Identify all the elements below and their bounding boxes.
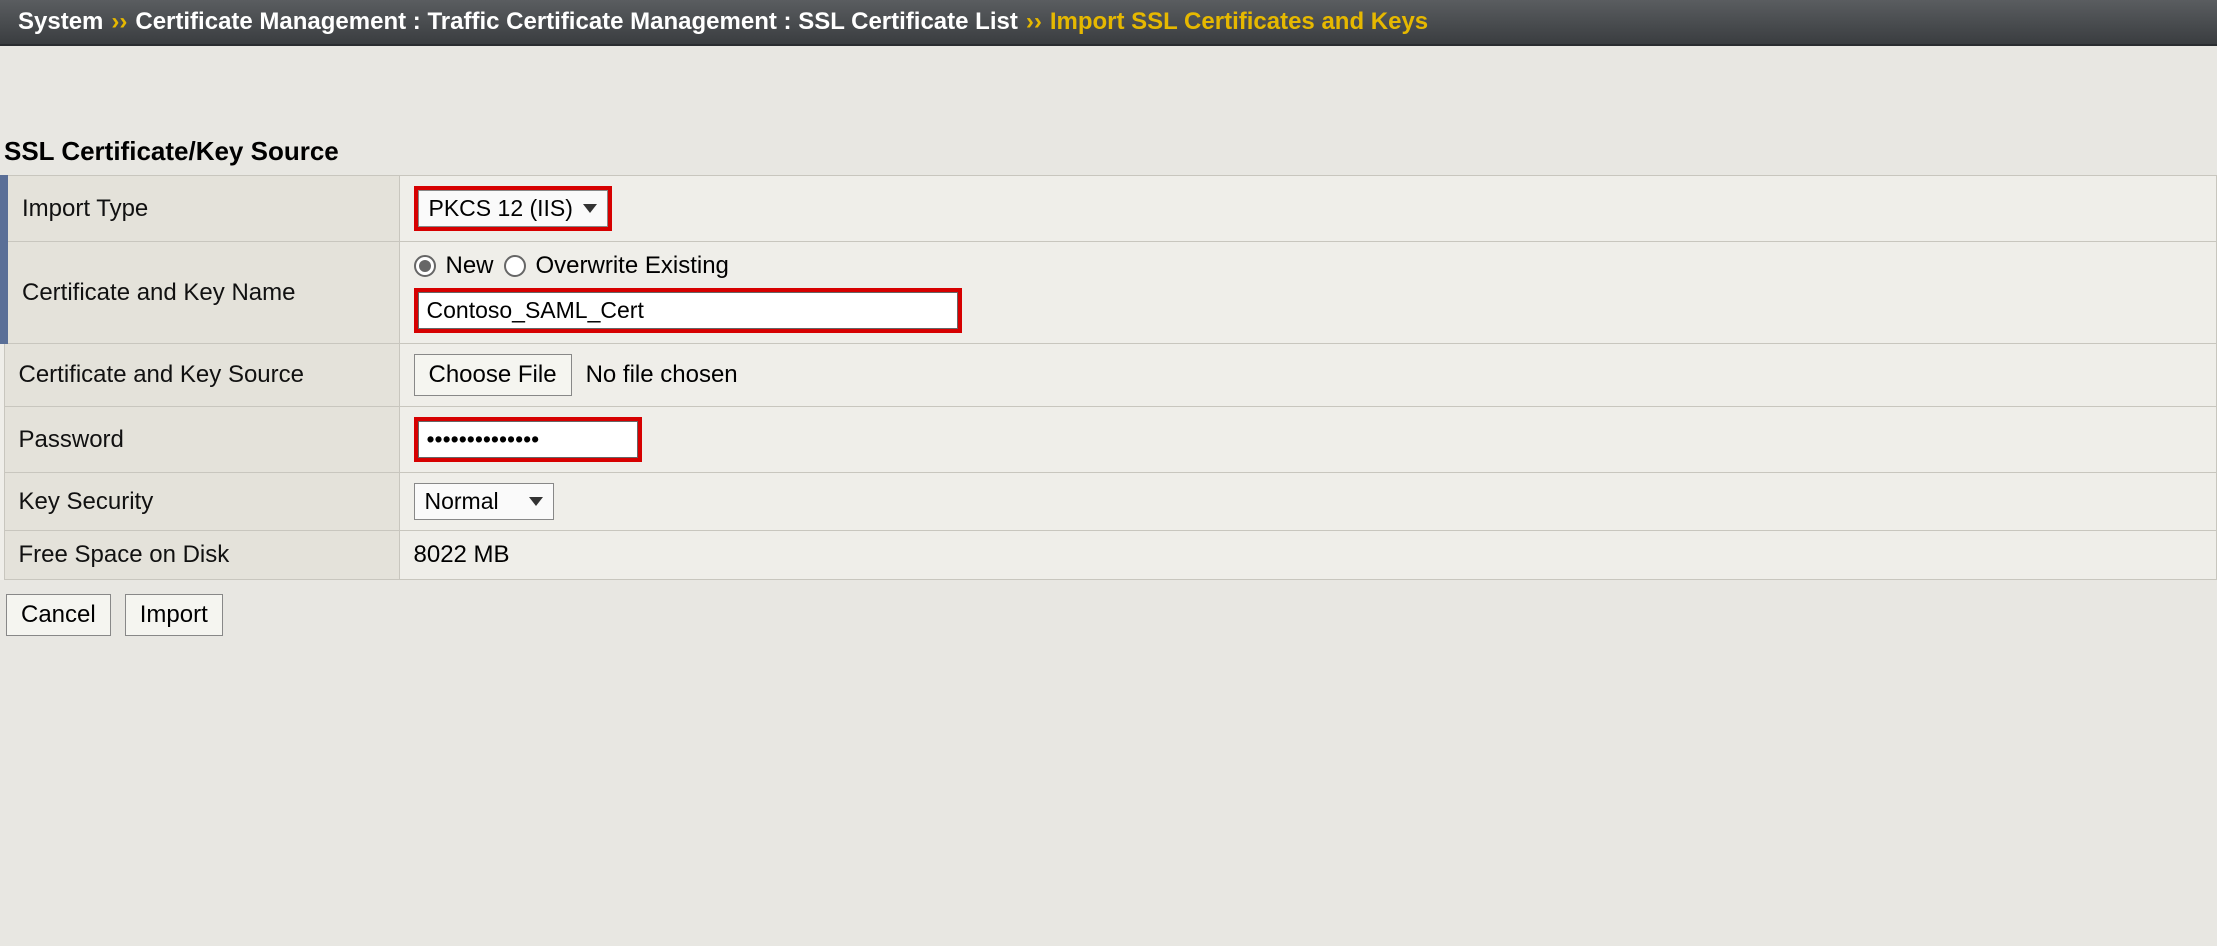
breadcrumb-separator: ›› <box>111 8 127 36</box>
cancel-button[interactable]: Cancel <box>6 594 111 636</box>
breadcrumb-current: Import SSL Certificates and Keys <box>1050 8 1428 36</box>
label-password: Password <box>4 407 399 473</box>
row-import-type: Import Type PKCS 12 (IIS) <box>4 176 2217 242</box>
highlight-password <box>414 417 642 462</box>
label-free-space: Free Space on Disk <box>4 531 399 580</box>
cert-key-name-input[interactable] <box>418 292 958 329</box>
highlight-import-type: PKCS 12 (IIS) <box>414 186 612 231</box>
key-security-value: Normal <box>425 488 499 515</box>
label-cert-key-name: Certificate and Key Name <box>4 242 399 344</box>
row-key-security: Key Security Normal <box>4 473 2217 531</box>
radio-new[interactable] <box>414 255 436 277</box>
breadcrumb: System ›› Certificate Management : Traff… <box>0 0 2217 46</box>
choose-file-button[interactable]: Choose File <box>414 354 572 396</box>
row-password: Password <box>4 407 2217 473</box>
key-security-select[interactable]: Normal <box>414 483 554 520</box>
free-space-value: 8022 MB <box>399 531 2217 580</box>
chevron-down-icon <box>529 497 543 506</box>
label-cert-key-source: Certificate and Key Source <box>4 344 399 407</box>
radio-new-label: New <box>446 252 494 280</box>
footer-buttons: Cancel Import <box>0 580 2217 650</box>
import-type-select[interactable]: PKCS 12 (IIS) <box>418 190 608 227</box>
highlight-cert-name <box>414 288 962 333</box>
import-type-value: PKCS 12 (IIS) <box>429 195 573 222</box>
section-title: SSL Certificate/Key Source <box>4 136 2217 167</box>
import-button[interactable]: Import <box>125 594 223 636</box>
no-file-chosen-text: No file chosen <box>586 361 738 389</box>
radio-overwrite[interactable] <box>504 255 526 277</box>
form-table: Import Type PKCS 12 (IIS) Certificate an… <box>0 175 2217 580</box>
row-cert-key-name: Certificate and Key Name New Overwrite E… <box>4 242 2217 344</box>
label-key-security: Key Security <box>4 473 399 531</box>
password-input[interactable] <box>418 421 638 458</box>
label-import-type: Import Type <box>4 176 399 242</box>
breadcrumb-cert-path[interactable]: Certificate Management : Traffic Certifi… <box>135 8 1017 36</box>
breadcrumb-separator: ›› <box>1026 8 1042 36</box>
chevron-down-icon <box>583 204 597 213</box>
breadcrumb-system[interactable]: System <box>18 8 103 36</box>
row-free-space: Free Space on Disk 8022 MB <box>4 531 2217 580</box>
row-cert-key-source: Certificate and Key Source Choose File N… <box>4 344 2217 407</box>
radio-overwrite-label: Overwrite Existing <box>536 252 729 280</box>
